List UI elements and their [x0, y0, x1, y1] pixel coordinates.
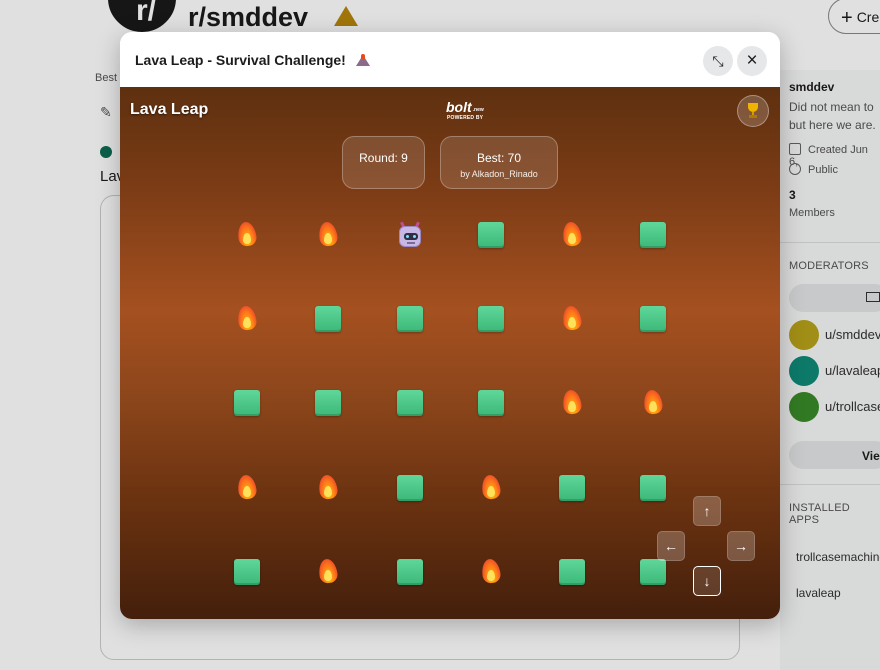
- safe-tile: [477, 305, 505, 333]
- safe-tile: [314, 305, 342, 333]
- leaderboard-button[interactable]: [737, 95, 769, 127]
- close-icon: ×: [746, 50, 758, 71]
- volcano-icon: [355, 54, 370, 66]
- game-board: Lava Leap bolt.new POWERED BY Round: 9 B…: [120, 87, 780, 619]
- safe-tile-block: [315, 306, 341, 332]
- safe-tile: [639, 474, 667, 502]
- safe-tile-block: [478, 390, 504, 416]
- safe-tile-block: [234, 390, 260, 416]
- safe-tile: [314, 389, 342, 417]
- safe-tile: [233, 558, 261, 586]
- safe-tile: [558, 558, 586, 586]
- safe-tile-block: [397, 390, 423, 416]
- flame-shape: [561, 388, 583, 416]
- safe-tile: [396, 305, 424, 333]
- fire-icon: [477, 473, 505, 502]
- best-score: Best: 70 by Alkadon_Rinado: [440, 136, 558, 189]
- close-button[interactable]: ×: [737, 46, 767, 76]
- safe-tile: [639, 558, 667, 586]
- flame-shape: [236, 473, 258, 501]
- safe-tile-block: [559, 559, 585, 585]
- safe-tile-block: [397, 559, 423, 585]
- player-robot-icon: [396, 221, 424, 249]
- fire-icon: [233, 220, 261, 249]
- fire-icon: [314, 473, 342, 502]
- safe-tile: [639, 221, 667, 249]
- flame-shape: [561, 304, 583, 332]
- game-modal: Lava Leap - Survival Challenge! ⤡ × Lava…: [120, 32, 780, 619]
- flame-shape: [317, 473, 339, 501]
- powered-by-label: POWERED BY: [447, 115, 484, 121]
- robot-avatar: [397, 221, 423, 248]
- fire-icon: [558, 388, 586, 417]
- safe-tile: [477, 389, 505, 417]
- fire-icon: [314, 557, 342, 586]
- move-up-button[interactable]: ↑: [693, 496, 721, 526]
- flame-shape: [561, 220, 583, 248]
- flame-shape: [480, 473, 502, 501]
- round-counter: Round: 9: [342, 136, 425, 189]
- game-title: Lava Leap: [130, 101, 209, 118]
- flame-shape: [236, 220, 258, 248]
- trophy-icon: [746, 103, 760, 118]
- flame-shape: [642, 388, 664, 416]
- safe-tile-block: [397, 475, 423, 501]
- move-down-button[interactable]: ↓: [693, 566, 721, 596]
- safe-tile-block: [640, 475, 666, 501]
- flame-shape: [317, 220, 339, 248]
- expand-button[interactable]: ⤡: [703, 46, 733, 76]
- safe-tile-block: [478, 306, 504, 332]
- safe-tile: [396, 389, 424, 417]
- fire-icon: [233, 304, 261, 333]
- fire-icon: [558, 220, 586, 249]
- safe-tile-block: [640, 306, 666, 332]
- safe-tile-block: [478, 222, 504, 248]
- fire-icon: [233, 473, 261, 502]
- safe-tile: [639, 305, 667, 333]
- bolt-logo[interactable]: bolt.new: [446, 99, 484, 115]
- fire-icon: [639, 388, 667, 417]
- safe-tile-block: [234, 559, 260, 585]
- safe-tile: [396, 474, 424, 502]
- fire-icon: [314, 220, 342, 249]
- flame-shape: [236, 304, 258, 332]
- safe-tile: [396, 558, 424, 586]
- safe-tile-block: [640, 222, 666, 248]
- move-left-button[interactable]: ←: [657, 531, 685, 561]
- modal-header: Lava Leap - Survival Challenge! ⤡ ×: [120, 32, 780, 87]
- safe-tile-block: [315, 390, 341, 416]
- fire-icon: [477, 557, 505, 586]
- safe-tile-block: [640, 559, 666, 585]
- safe-tile: [477, 221, 505, 249]
- safe-tile: [558, 474, 586, 502]
- safe-tile-block: [397, 306, 423, 332]
- modal-title: Lava Leap - Survival Challenge!: [135, 52, 370, 68]
- safe-tile: [233, 389, 261, 417]
- fire-icon: [558, 304, 586, 333]
- expand-icon: ⤡: [712, 53, 724, 69]
- flame-shape: [480, 557, 502, 585]
- flame-shape: [317, 557, 339, 585]
- safe-tile-block: [559, 475, 585, 501]
- move-right-button[interactable]: →: [727, 531, 755, 561]
